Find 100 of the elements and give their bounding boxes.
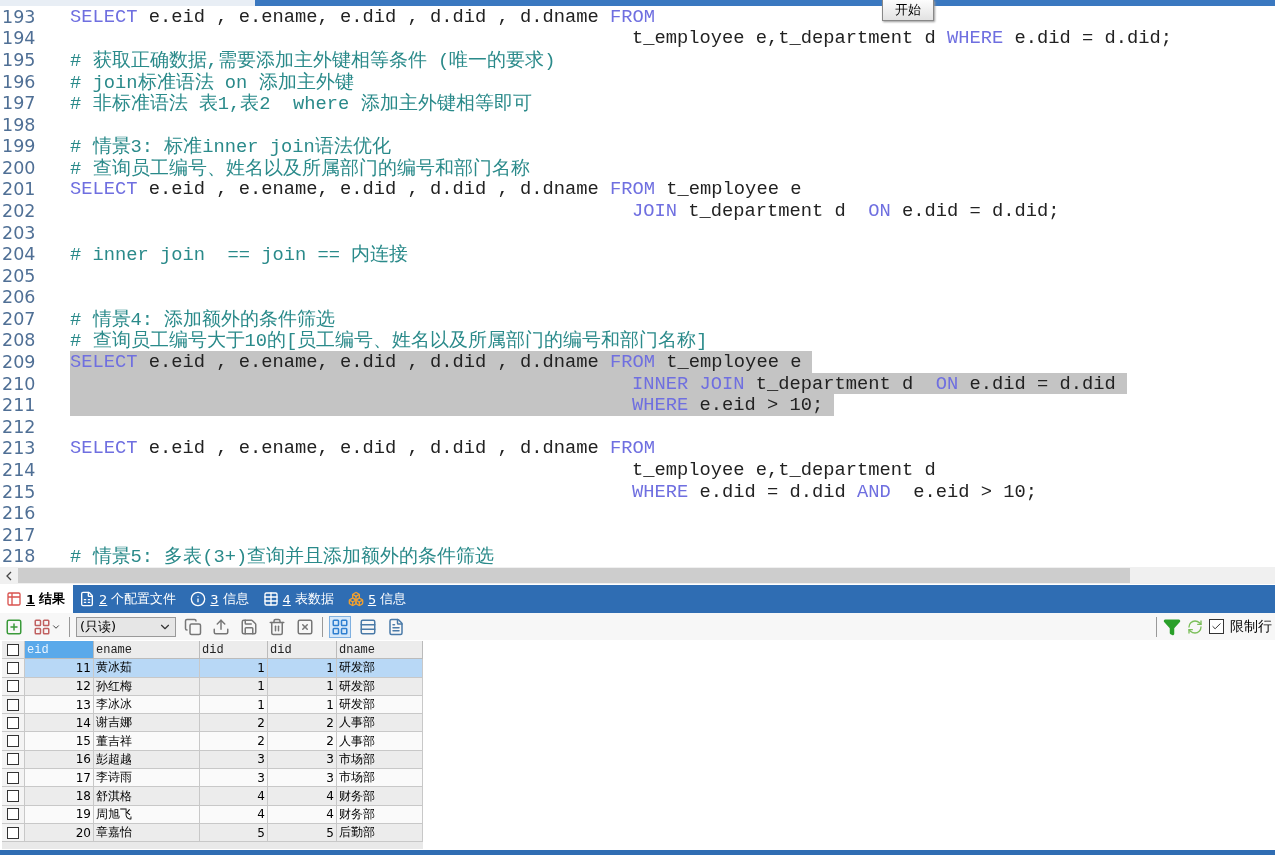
line-number: 205 <box>1 265 37 286</box>
start-button[interactable]: 开始 <box>882 0 934 21</box>
table-cell: 1 <box>268 659 337 678</box>
code-text: e.eid , e.ename, e.did , d.did , d.dname <box>147 6 600 28</box>
line-number: 207 <box>1 308 37 329</box>
table-cell: 研发部 <box>337 659 423 678</box>
result-tab[interactable]: 3 信息 <box>184 585 257 613</box>
sql-keyword: ON <box>868 200 891 223</box>
check-icon <box>1211 621 1222 632</box>
limit-rows-label: 限制行 <box>1230 617 1272 636</box>
sql-keyword: FROM <box>610 437 656 460</box>
code-text: t_employee e,t_department d <box>632 458 936 481</box>
sql-keyword: WHERE <box>947 27 1004 50</box>
table-cell: 18 <box>25 787 94 806</box>
code-text: e.eid , e.ename, e.did , d.did , d.dname <box>147 178 600 201</box>
sql-keyword: ON <box>935 372 959 395</box>
line-number: 210 <box>1 373 37 394</box>
table-cell: 人事部 <box>337 732 423 751</box>
line-number: 208 <box>1 330 37 351</box>
grid-view-icon <box>331 617 349 636</box>
sql-keyword: SELECT <box>70 6 138 28</box>
row-checkbox[interactable] <box>7 790 19 802</box>
result-tab[interactable]: 5 信息 <box>341 585 415 613</box>
table-cell: 市场部 <box>337 769 423 788</box>
blocks-icon <box>347 591 364 607</box>
copy-icon <box>184 617 202 636</box>
line-number: 209 <box>1 352 37 373</box>
column-header[interactable]: did <box>200 641 268 660</box>
sql-keyword: SELECT <box>70 178 138 201</box>
mode-dropdown[interactable]: (只读) <box>76 616 176 637</box>
table-cell: 谢吉娜 <box>94 714 200 733</box>
row-checkbox[interactable] <box>7 661 19 674</box>
result-tab[interactable]: 1 结果 <box>0 585 74 613</box>
row-checkbox[interactable] <box>7 753 19 766</box>
code-text: t_department d <box>754 372 915 395</box>
table-cell: 11 <box>25 659 94 678</box>
table-cell: 2 <box>200 732 268 751</box>
line-number: 198 <box>1 114 37 135</box>
code-text: e.eid > 10; <box>698 394 824 417</box>
result-tab[interactable]: 2 个配置文件 <box>73 585 185 613</box>
code-text: t_employee e <box>665 351 802 374</box>
select-all-checkbox[interactable] <box>7 643 19 656</box>
code-comment: # 情景4: 添加额外的条件筛选 <box>70 307 336 331</box>
row-checkbox[interactable] <box>7 735 19 748</box>
row-checkbox[interactable] <box>7 716 19 729</box>
row-checkbox[interactable] <box>7 808 19 821</box>
row-checkbox[interactable] <box>7 826 19 839</box>
column-header[interactable]: ename <box>94 641 200 660</box>
table-cell: 3 <box>268 769 337 788</box>
filter-icon[interactable] <box>1163 617 1181 636</box>
sql-keyword: WHERE <box>632 480 689 503</box>
sql-keyword: JOIN <box>632 200 677 223</box>
info-icon <box>190 591 207 607</box>
code-comment: # 情景5: 多表(3+)查询并且添加额外的条件筛选 <box>70 545 495 567</box>
grid-view-button[interactable] <box>329 615 351 638</box>
line-number: 200 <box>1 157 37 178</box>
table-cell: 14 <box>25 714 94 733</box>
code-text: e.eid , e.ename, e.did , d.did , d.dname <box>147 351 600 374</box>
table-cell: 1 <box>200 659 268 678</box>
sql-keyword: WHERE <box>632 394 689 417</box>
table-cell: 黄冰茹 <box>94 659 200 678</box>
table-cell: 人事部 <box>337 714 423 733</box>
table-cell: 李诗雨 <box>94 769 200 788</box>
line-number: 194 <box>1 28 37 49</box>
line-number: 197 <box>1 93 37 114</box>
row-checkbox[interactable] <box>7 698 19 711</box>
code-text: t_department d <box>687 200 847 223</box>
code-comment: # 查询员工编号、姓名以及所属部门的编号和部门名称 <box>70 156 530 181</box>
form-view-icon <box>359 617 377 636</box>
code-text: e.eid > 10; <box>912 480 1038 503</box>
scroll-left-icon[interactable] <box>4 570 14 581</box>
line-number: 193 <box>1 6 37 27</box>
horizontal-scrollbar[interactable] <box>0 567 1275 584</box>
sql-keyword: SELECT <box>70 351 138 374</box>
text-view-icon <box>387 617 405 636</box>
line-number: 201 <box>1 179 37 200</box>
result-tab[interactable]: 4 表数据 <box>256 585 342 613</box>
table-cell: 3 <box>200 769 268 788</box>
row-checkbox[interactable] <box>7 680 19 693</box>
table-cell: 2 <box>268 714 337 733</box>
code-text: t_employee e <box>665 178 802 201</box>
line-number: 216 <box>1 503 37 524</box>
close-icon <box>296 617 314 636</box>
row-checkbox[interactable] <box>7 771 19 784</box>
table-cell: 财务部 <box>337 787 423 806</box>
line-number: 206 <box>1 287 37 308</box>
code-comment: # 情景3: 标准inner join语法优化 <box>70 135 391 159</box>
code-text: e.did = d.did; <box>1013 27 1173 50</box>
limit-rows-checkbox[interactable] <box>1209 619 1224 634</box>
line-number: 218 <box>1 546 37 567</box>
line-number: 202 <box>1 201 37 222</box>
sql-keyword: FROM <box>610 6 656 28</box>
column-header[interactable]: did <box>268 641 337 660</box>
column-header[interactable]: dname <box>337 641 423 660</box>
line-number: 215 <box>1 481 37 502</box>
sql-keyword: FROM <box>610 178 656 201</box>
code-comment: # 非标准语法 表1,表2 where 添加主外键相等即可 <box>70 92 532 117</box>
code-comment: # join标准语法 on 添加主外键 <box>70 70 354 94</box>
code-comment: # inner join == join == 内连接 <box>70 243 409 268</box>
table-icon <box>6 591 22 607</box>
